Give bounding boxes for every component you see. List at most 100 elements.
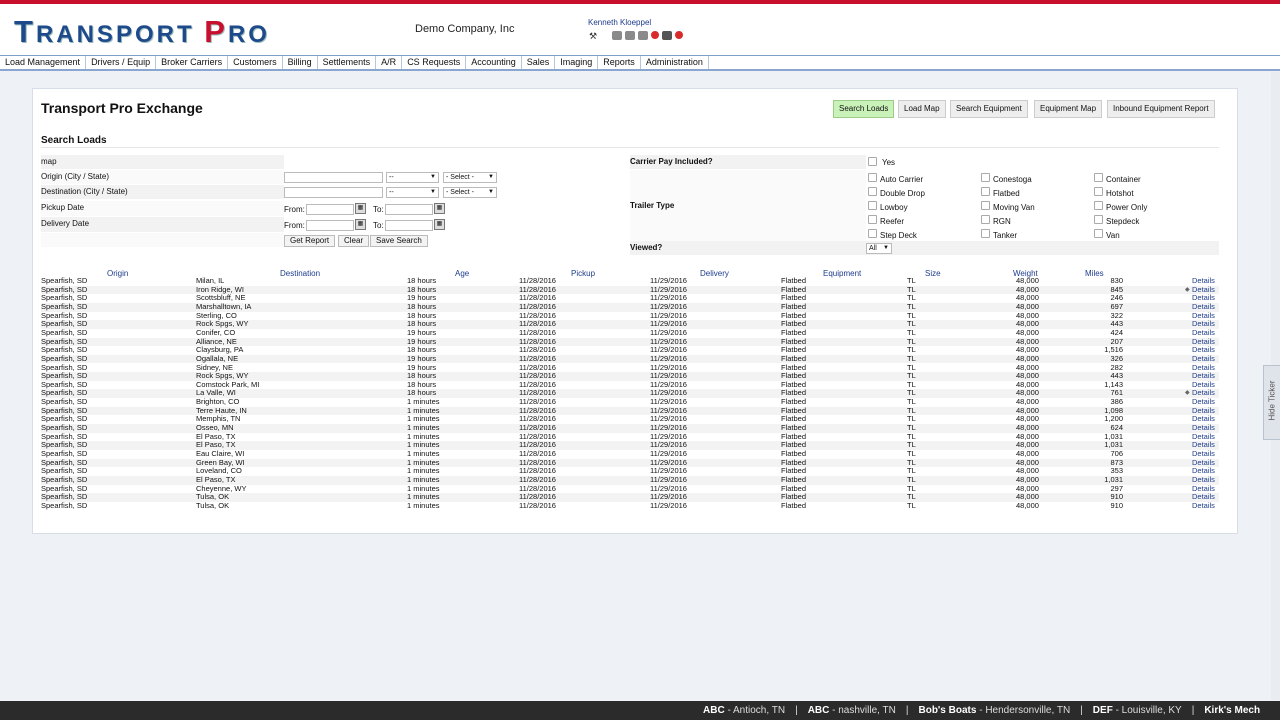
user-name[interactable]: Kenneth Kloeppel <box>588 18 651 27</box>
delivery-to-input[interactable] <box>385 220 433 231</box>
save-search-button[interactable]: Save Search <box>370 235 428 247</box>
trailer-type-option-label: Power Only <box>1106 203 1148 212</box>
trailer-tanker-checkbox[interactable] <box>981 229 990 238</box>
map-label: map <box>41 157 57 166</box>
pin-icon[interactable]: ◆ <box>1185 286 1190 295</box>
ticker-item[interactable]: Kirk's Mech <box>1204 705 1260 716</box>
trailer-type-option-label: Reefer <box>880 217 905 226</box>
menu-item-reports[interactable]: Reports <box>598 56 641 69</box>
search-icon[interactable] <box>612 30 622 40</box>
ticker-item[interactable]: ABC - nashville, TN <box>808 705 896 716</box>
transport-pro-logo[interactable]: TRANSPORT PRO <box>14 14 270 50</box>
ticker-item-location: - Hendersonville, TN <box>976 705 1071 716</box>
menu-item-cs-requests[interactable]: CS Requests <box>402 56 467 69</box>
trailer-type-option-label: Container <box>1106 175 1141 184</box>
yes-label: Yes <box>882 158 896 167</box>
mail-icon[interactable] <box>638 30 648 40</box>
calendar-icon[interactable]: ▦ <box>434 219 445 230</box>
carrier-pay-yes-checkbox[interactable] <box>868 157 877 166</box>
trailer-reefer-checkbox[interactable] <box>868 215 877 224</box>
menu-item-a-r[interactable]: A/R <box>376 56 403 69</box>
ticker-item[interactable]: DEF - Louisville, KY <box>1093 705 1182 716</box>
trailer-container-checkbox[interactable] <box>1094 173 1103 182</box>
search-equipment-button[interactable]: Search Equipment <box>950 100 1028 118</box>
trailer-stepdeck-checkbox[interactable] <box>1094 215 1103 224</box>
menu-item-customers[interactable]: Customers <box>228 56 283 69</box>
pickup-from-label: From: <box>284 205 305 214</box>
users-icon[interactable] <box>625 30 635 40</box>
alert-icon[interactable] <box>651 31 659 39</box>
destination-radius-select[interactable]: -- <box>386 187 439 198</box>
logout-icon[interactable] <box>675 31 683 39</box>
clear-button[interactable]: Clear <box>338 235 370 247</box>
table-row[interactable]: Spearfish, SD Tulsa, OK 1 minutes 11/28/201… <box>41 500 1219 511</box>
trailer-type-option-label: Tanker <box>993 231 1018 240</box>
destination-state-select[interactable]: - Select - <box>443 187 497 198</box>
search-loads-button[interactable]: Search Loads <box>833 100 895 118</box>
trailer-flatbed-checkbox[interactable] <box>981 187 990 196</box>
origin-radius-select[interactable]: -- <box>386 172 439 183</box>
trailer-hotshot-checkbox[interactable] <box>1094 187 1103 196</box>
wrench-icon[interactable]: ⚒ <box>589 31 609 41</box>
calendar-icon[interactable]: ▦ <box>434 203 445 214</box>
equipment-map-button[interactable]: Equipment Map <box>1034 100 1103 118</box>
cell-pickup: 11/28/2016 <box>519 500 556 510</box>
menu-item-imaging[interactable]: Imaging <box>555 56 599 69</box>
load-map-button[interactable]: Load Map <box>898 100 946 118</box>
delivery-controls: From: ▦ To: ▦ <box>284 217 627 232</box>
cell-size: TL <box>907 500 916 510</box>
ticker-item-name: Bob's Boats <box>918 705 977 716</box>
trailer-van-checkbox[interactable] <box>1094 229 1103 238</box>
menu-item-administration[interactable]: Administration <box>641 56 709 69</box>
pickup-from-input[interactable] <box>306 204 354 215</box>
cell-delivery: 11/29/2016 <box>650 500 687 510</box>
pin-icon[interactable]: ◆ <box>1185 389 1190 398</box>
menu-item-drivers-equip[interactable]: Drivers / Equip <box>86 56 157 69</box>
calendar-icon[interactable]: ▦ <box>355 219 366 230</box>
origin-row: Origin (City / State) -- - Select - <box>41 170 627 184</box>
details-link[interactable]: Details <box>1192 501 1215 511</box>
trailer-power-only-checkbox[interactable] <box>1094 201 1103 210</box>
calendar-icon[interactable]: ▦ <box>355 203 366 214</box>
print-icon[interactable] <box>662 30 672 40</box>
delivery-from-label: From: <box>284 221 305 230</box>
ticker-item-location: - Antioch, TN <box>724 705 786 716</box>
carrier-pay-row: Yes <box>630 155 1219 169</box>
delivery-from-input[interactable] <box>306 220 354 231</box>
trailer-auto-carrier-checkbox[interactable] <box>868 173 877 182</box>
ticker-item[interactable]: Bob's Boats - Hendersonville, TN <box>918 705 1070 716</box>
menu-item-sales[interactable]: Sales <box>522 56 556 69</box>
cell-weight: 48,000 <box>1016 500 1039 510</box>
menu-item-accounting[interactable]: Accounting <box>466 56 522 69</box>
trailer-step-deck-checkbox[interactable] <box>868 229 877 238</box>
trailer-moving-van-checkbox[interactable] <box>981 201 990 210</box>
inbound-equipment-report-button[interactable]: Inbound Equipment Report <box>1107 100 1215 118</box>
trailer-double-drop-checkbox[interactable] <box>868 187 877 196</box>
form-actions-row: Get Report Clear Save Search <box>41 233 627 247</box>
map-row: map <box>41 155 627 169</box>
origin-label: Origin (City / State) <box>41 172 110 181</box>
menu-item-billing[interactable]: Billing <box>283 56 318 69</box>
logo-letter-p: P <box>204 14 228 49</box>
trailer-rgn-checkbox[interactable] <box>981 215 990 224</box>
origin-state-select[interactable]: - Select - <box>443 172 497 183</box>
menu-item-load-management[interactable]: Load Management <box>0 56 87 69</box>
logo-text: RANSPORT <box>35 21 205 48</box>
delivery-to-label: To: <box>373 221 384 230</box>
origin-controls: -- - Select - <box>284 170 627 184</box>
company-name: Demo Company, Inc <box>415 23 515 35</box>
origin-city-input[interactable] <box>284 172 383 183</box>
ticker-item[interactable]: ABC - Antioch, TN <box>703 705 785 716</box>
trailer-lowboy-checkbox[interactable] <box>868 201 877 210</box>
pickup-to-input[interactable] <box>385 204 433 215</box>
trailer-type-option-label: Stepdeck <box>1106 217 1140 226</box>
ticker-separator: | <box>795 705 798 716</box>
menu-item-broker-carriers[interactable]: Broker Carriers <box>156 56 229 69</box>
viewed-select[interactable]: All <box>866 243 892 254</box>
destination-city-input[interactable] <box>284 187 383 198</box>
hide-ticker-tab[interactable]: Hide Ticker <box>1263 365 1280 440</box>
trailer-conestoga-checkbox[interactable] <box>981 173 990 182</box>
menu-item-settlements[interactable]: Settlements <box>318 56 377 69</box>
get-report-button[interactable]: Get Report <box>284 235 336 247</box>
trailer-type-option-label: Van <box>1106 231 1120 240</box>
